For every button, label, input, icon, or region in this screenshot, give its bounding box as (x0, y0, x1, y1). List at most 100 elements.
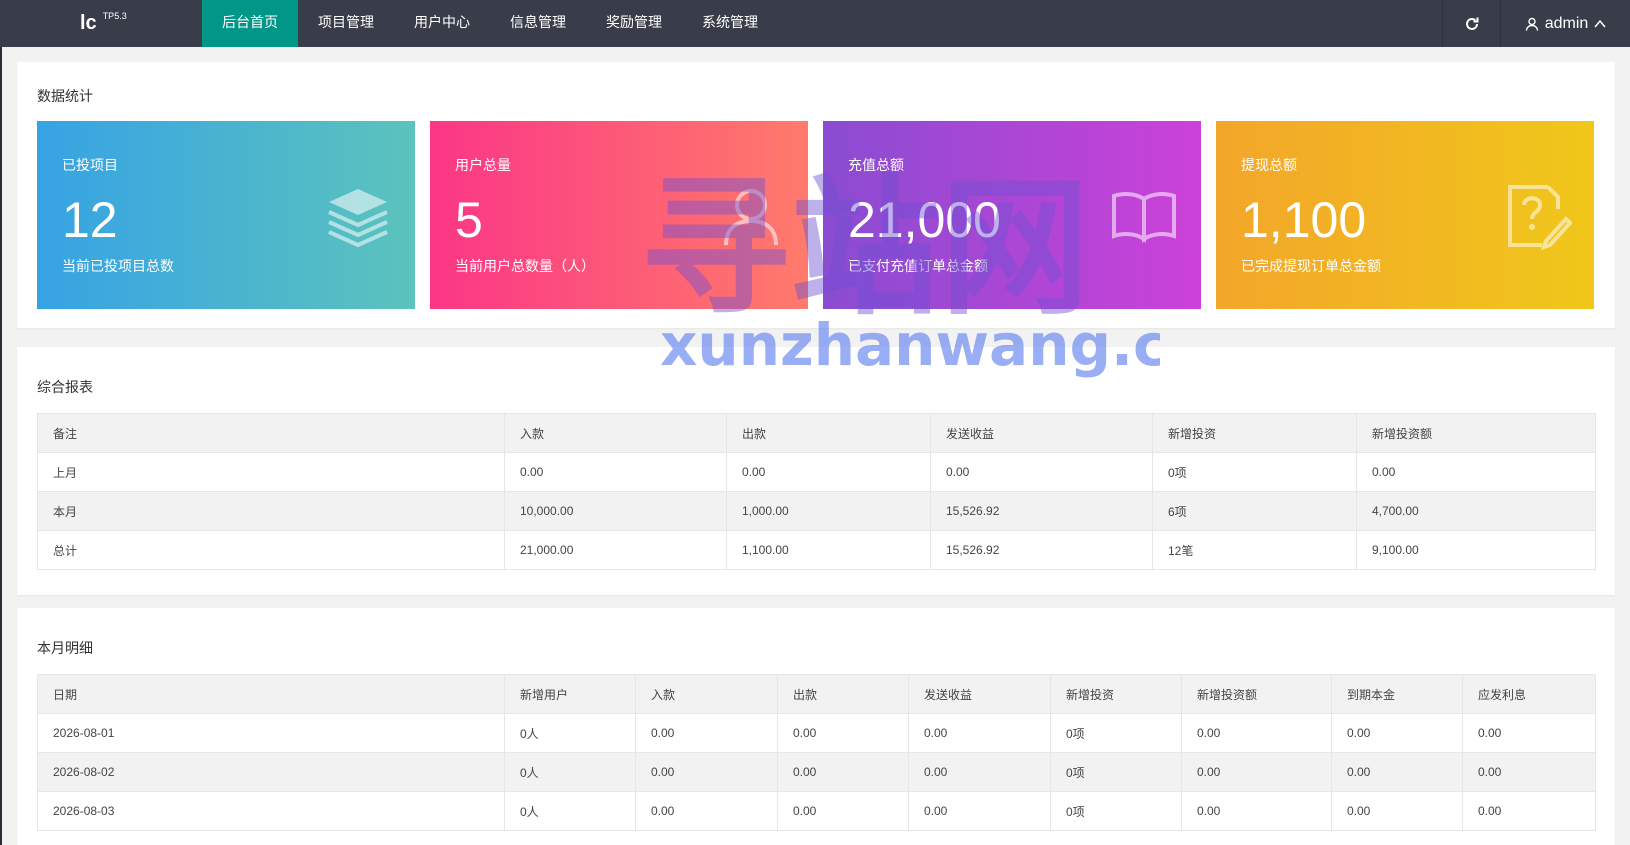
nav-info[interactable]: 信息管理 (490, 0, 586, 47)
monthly-header-row: 日期 新增用户 入款 出款 发送收益 新增投资 新增投资额 到期本金 应发利息 (37, 674, 1596, 714)
table-cell: 0.00 (930, 452, 1153, 492)
table-cell: 6项 (1152, 491, 1357, 531)
report-table: 备注 入款 出款 发送收益 新增投资 新增投资额 上月 0.00 0.00 0.00 0项 0.00… (37, 413, 1596, 570)
stat-value: 1,100 (1241, 192, 1367, 248)
logo[interactable]: lc TP5.3 (0, 0, 202, 47)
logo-version: TP5.3 (102, 10, 127, 21)
table-cell: 0.00 (1181, 791, 1332, 831)
monthly-table: 日期 新增用户 入款 出款 发送收益 新增投资 新增投资额 到期本金 应发利息 2026-08-… (37, 674, 1596, 831)
user-menu[interactable]: admin (1500, 0, 1630, 47)
table-cell: 0.00 (777, 791, 909, 831)
table-cell: 10,000.00 (504, 491, 727, 531)
stat-value: 5 (455, 192, 483, 248)
table-cell: 0.00 (777, 752, 909, 792)
left-strip (0, 47, 2, 845)
table-cell: 0.00 (635, 713, 778, 753)
column-header: 新增投资额 (1181, 674, 1332, 714)
column-header: 出款 (726, 413, 931, 453)
nav-projects[interactable]: 项目管理 (298, 0, 394, 47)
table-cell: 12笔 (1152, 530, 1357, 570)
table-cell: 0.00 (726, 452, 931, 492)
stat-label: 充值总额 (848, 157, 904, 173)
table-cell: 本月 (37, 491, 505, 531)
report-title: 综合报表 (37, 379, 93, 395)
table-cell: 15,526.92 (930, 530, 1153, 570)
column-header: 出款 (777, 674, 909, 714)
username: admin (1544, 14, 1589, 32)
table-cell: 4,700.00 (1356, 491, 1596, 531)
table-cell: 0项 (1050, 752, 1182, 792)
table-cell: 0项 (1050, 791, 1182, 831)
table-cell: 0人 (504, 713, 636, 753)
nav-rewards[interactable]: 奖励管理 (586, 0, 682, 47)
table-cell: 2026-08-01 (37, 713, 505, 753)
table-cell: 0.00 (1331, 752, 1463, 792)
refresh-icon (1465, 17, 1478, 30)
table-cell: 0.00 (635, 752, 778, 792)
nav-home[interactable]: 后台首页 (202, 0, 298, 47)
stat-card-users[interactable]: 用户总量 5 当前用户总数量（人） (430, 121, 808, 309)
table-cell: 0人 (504, 752, 636, 792)
book-icon (1112, 192, 1176, 243)
column-header: 新增投资 (1152, 413, 1357, 453)
table-cell: 0.00 (635, 791, 778, 831)
top-navbar: lc TP5.3 后台首页 项目管理 用户中心 信息管理 奖励管理 系统管理 a… (0, 0, 1630, 47)
table-cell: 1,100.00 (726, 530, 931, 570)
table-cell: 0.00 (504, 452, 727, 492)
header-right: admin (1442, 0, 1630, 47)
table-cell: 0.00 (1462, 791, 1596, 831)
main-nav: 后台首页 项目管理 用户中心 信息管理 奖励管理 系统管理 (202, 0, 778, 47)
table-row: 上月 0.00 0.00 0.00 0项 0.00 (37, 452, 1596, 492)
column-header: 发送收益 (930, 413, 1153, 453)
table-cell: 0.00 (777, 713, 909, 753)
nav-system[interactable]: 系统管理 (682, 0, 778, 47)
report-panel: 综合报表 备注 入款 出款 发送收益 新增投资 新增投资额 上月 0.00 0.00 0.00 0… (17, 347, 1615, 595)
stat-desc: 当前用户总数量（人） (455, 258, 595, 274)
report-header-row: 备注 入款 出款 发送收益 新增投资 新增投资额 (37, 413, 1596, 453)
table-row: 总计 21,000.00 1,100.00 15,526.92 12笔 9,100.00 (37, 530, 1596, 570)
table-cell: 0人 (504, 791, 636, 831)
stat-card-withdrawals[interactable]: 提现总额 1,100 已完成提现订单总金额 (1216, 121, 1594, 309)
table-cell: 0.00 (908, 791, 1051, 831)
table-cell: 9,100.00 (1356, 530, 1596, 570)
table-cell: 0.00 (908, 713, 1051, 753)
stat-value: 21,000 (848, 192, 1001, 248)
user-icon (1525, 17, 1538, 31)
table-row: 2026-08-02 0人 0.00 0.00 0.00 0项 0.00 0.00 0.00 (37, 752, 1596, 792)
column-header: 新增投资额 (1356, 413, 1596, 453)
table-cell: 2026-08-03 (37, 791, 505, 831)
chevron-up-icon (1594, 19, 1606, 27)
table-cell: 2026-08-02 (37, 752, 505, 792)
table-row: 2026-08-03 0人 0.00 0.00 0.00 0项 0.00 0.00 0.00 (37, 791, 1596, 831)
table-cell: 0项 (1152, 452, 1357, 492)
refresh-button[interactable] (1442, 0, 1500, 47)
column-header: 入款 (504, 413, 727, 453)
table-cell: 0.00 (1462, 752, 1596, 792)
table-cell: 0.00 (908, 752, 1051, 792)
question-edit-icon (1508, 185, 1572, 251)
column-header: 备注 (37, 413, 505, 453)
stat-card-projects[interactable]: 已投项目 12 当前已投项目总数 (37, 121, 415, 309)
table-cell: 0.00 (1331, 713, 1463, 753)
stats-title: 数据统计 (37, 88, 93, 104)
table-cell: 总计 (37, 530, 505, 570)
table-row: 本月 10,000.00 1,000.00 15,526.92 6项 4,700.00 (37, 491, 1596, 531)
stat-label: 已投项目 (62, 157, 118, 173)
table-cell: 0.00 (1331, 791, 1463, 831)
column-header: 发送收益 (908, 674, 1051, 714)
monthly-title: 本月明细 (37, 640, 93, 656)
column-header: 到期本金 (1331, 674, 1463, 714)
stat-value: 12 (62, 192, 118, 248)
stat-desc: 已完成提现订单总金额 (1241, 258, 1381, 274)
stat-label: 用户总量 (455, 157, 511, 173)
monthly-panel: 本月明细 日期 新增用户 入款 出款 发送收益 新增投资 新增投资额 到期本金 应发利息 202… (17, 608, 1615, 845)
column-header: 入款 (635, 674, 778, 714)
table-cell: 15,526.92 (930, 491, 1153, 531)
column-header: 新增用户 (504, 674, 636, 714)
column-header: 应发利息 (1462, 674, 1596, 714)
table-cell: 0.00 (1181, 752, 1332, 792)
stat-card-deposits[interactable]: 充值总额 21,000 已支付充值订单总金额 (823, 121, 1201, 309)
table-cell: 21,000.00 (504, 530, 727, 570)
layers-icon (328, 189, 388, 248)
nav-users[interactable]: 用户中心 (394, 0, 490, 47)
